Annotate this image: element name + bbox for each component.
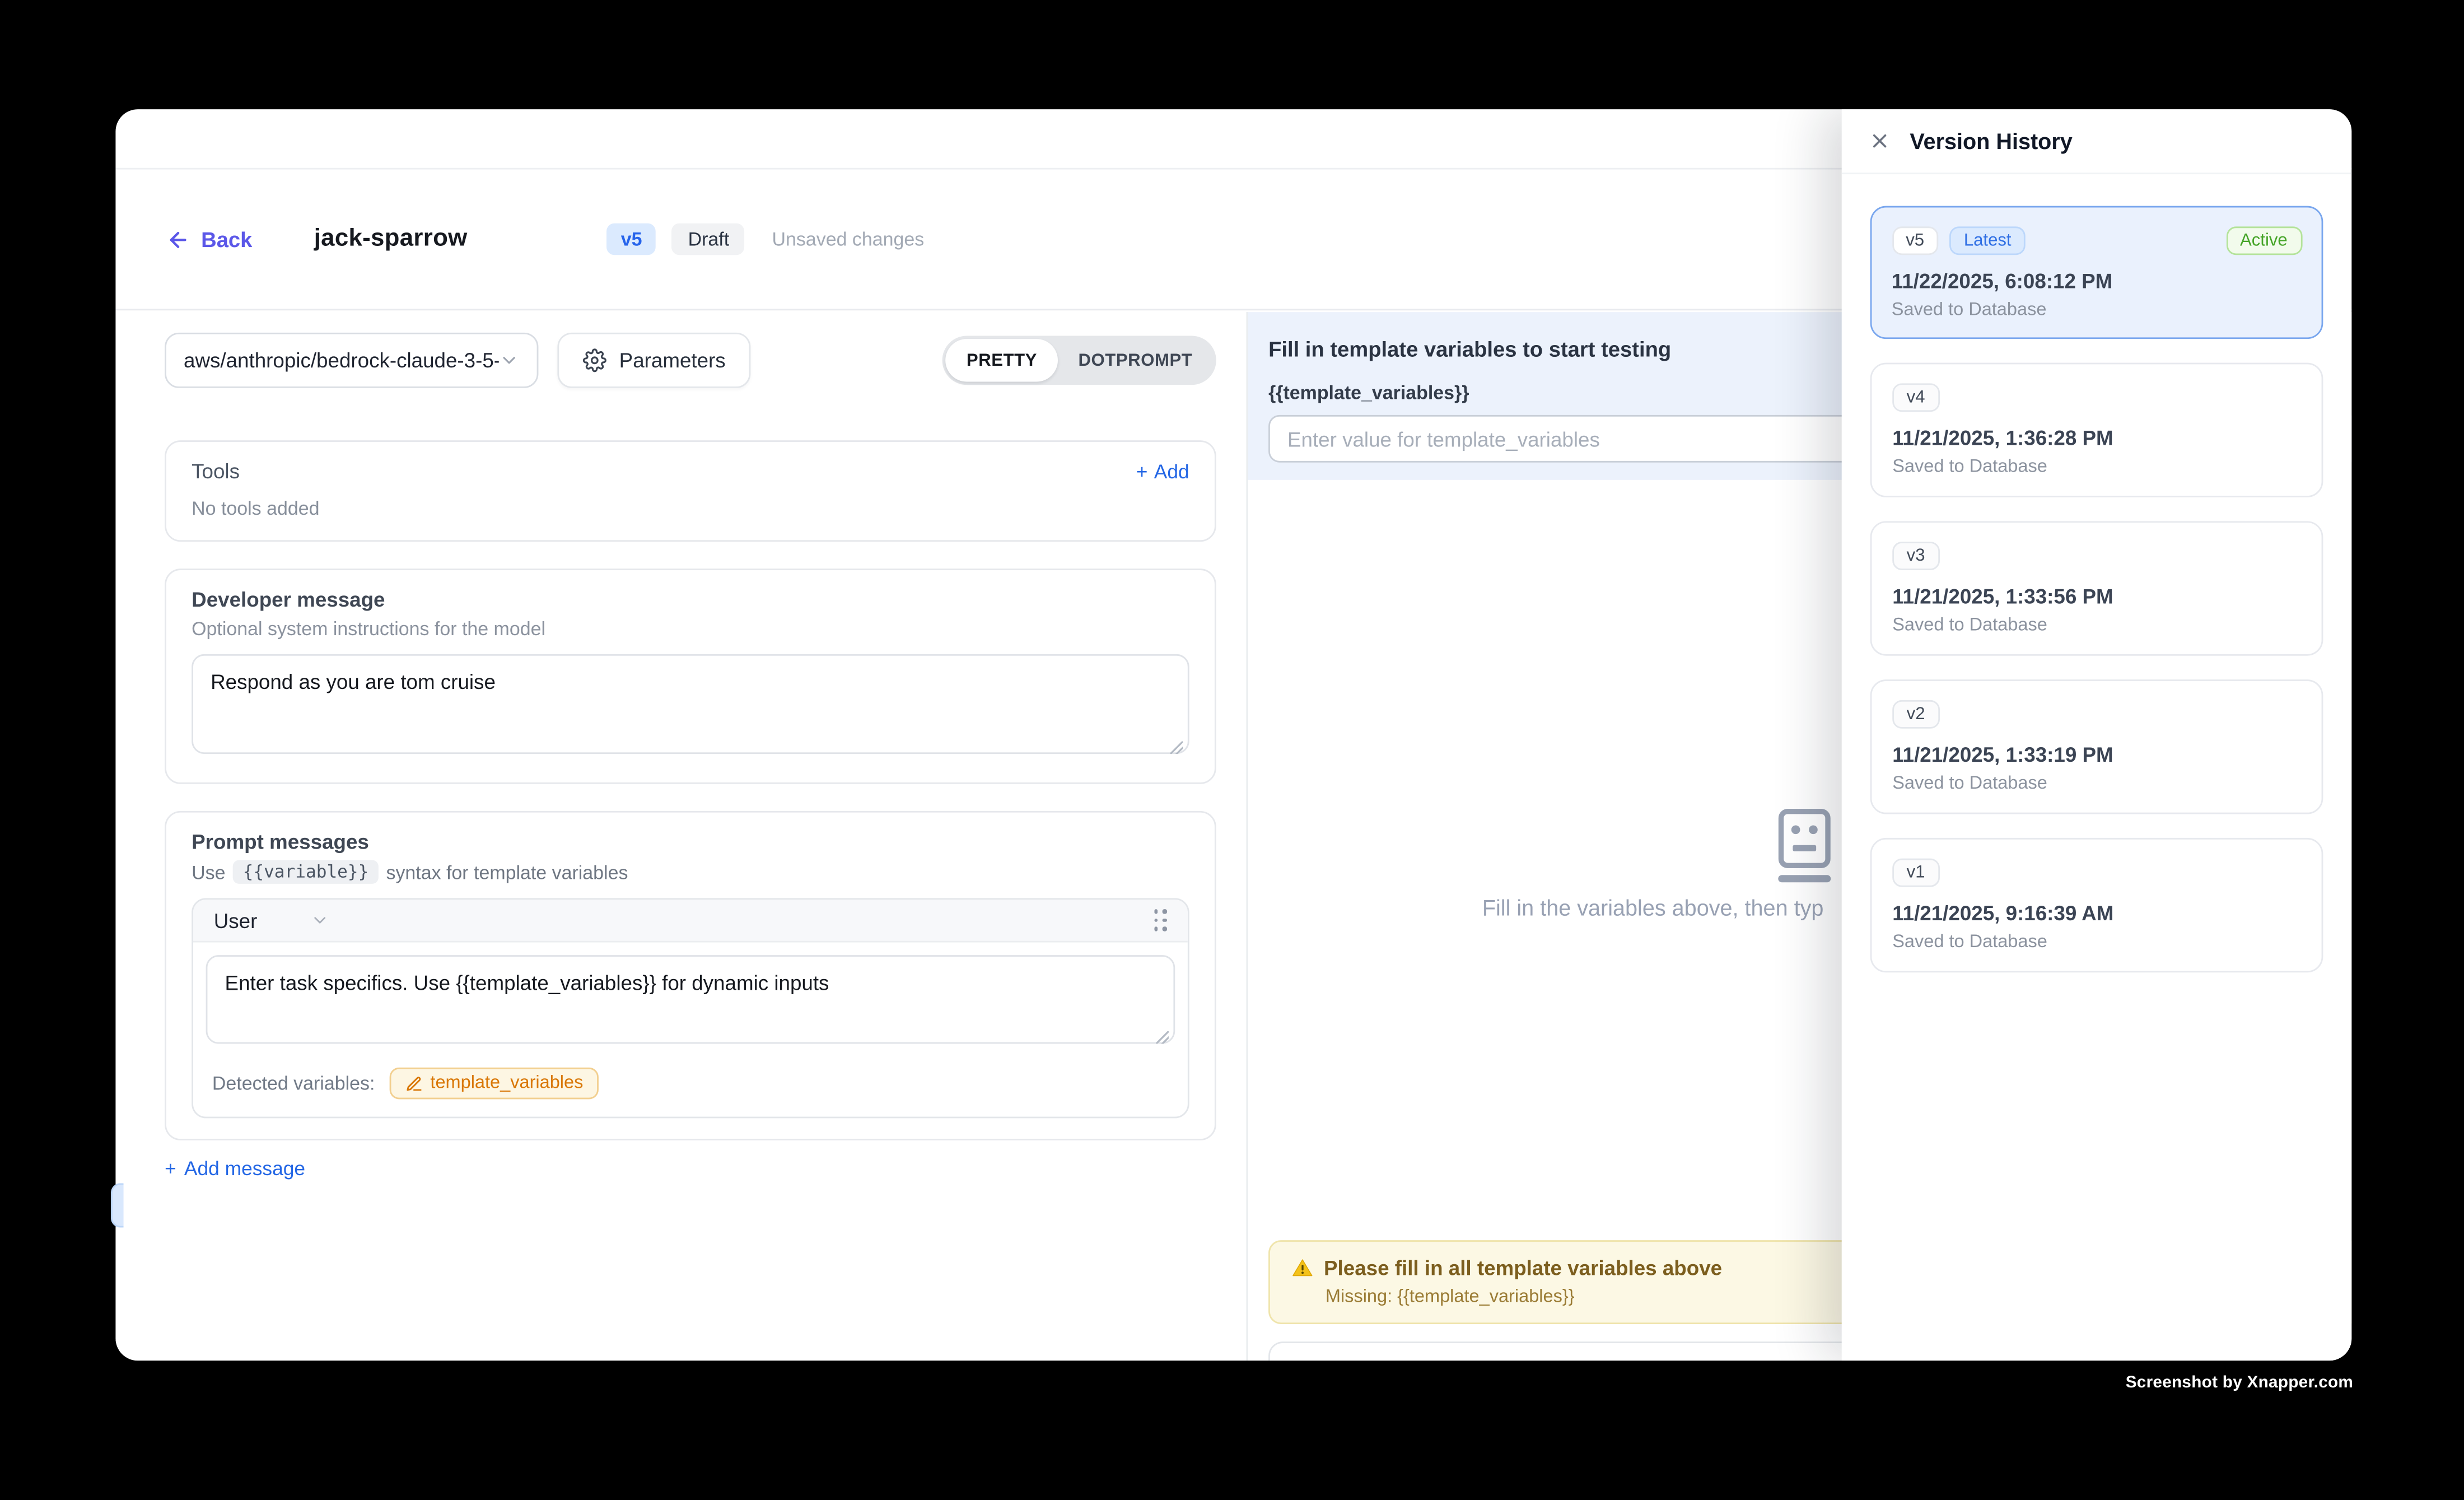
tools-title: Tools: [192, 459, 240, 483]
hint-prefix: Use: [192, 861, 225, 883]
developer-message-title: Developer message: [192, 588, 1189, 611]
left-edge-tab[interactable]: [111, 1183, 124, 1227]
version-number-badge: v4: [1892, 383, 1939, 412]
tools-header: Tools + Add: [192, 459, 1189, 483]
version-number-badge: v3: [1892, 542, 1939, 570]
plus-icon: +: [165, 1158, 176, 1180]
version-saved-text: Saved to Database: [1892, 616, 2301, 635]
developer-message-input[interactable]: Respond as you are tom cruise: [192, 654, 1189, 754]
version-history-header: Version History: [1842, 109, 2352, 174]
header-badges: v5 Draft Unsaved changes: [606, 223, 924, 255]
plus-icon: +: [1136, 460, 1148, 482]
unsaved-changes-status: Unsaved changes: [772, 228, 925, 250]
hint-suffix: syntax for template variables: [386, 861, 628, 883]
tools-empty-text: No tools added: [192, 497, 1189, 520]
version-badge: v5: [606, 223, 656, 255]
parameters-button[interactable]: Parameters: [557, 333, 751, 388]
version-timestamp: 11/21/2025, 9:16:39 AM: [1892, 901, 2301, 925]
version-saved-text: Saved to Database: [1892, 933, 2301, 952]
add-tool-button[interactable]: + Add: [1136, 460, 1189, 482]
prompt-editor-pane: aws/anthropic/bedrock-claude-3-5-s... Pa…: [115, 312, 1246, 1361]
close-icon[interactable]: [1869, 130, 1891, 152]
prompt-messages-hint: Use {{variable}} syntax for template var…: [192, 860, 1189, 883]
page-title: jack-sparrow: [314, 225, 468, 254]
format-toggle: PRETTY DOTPROMPT: [942, 336, 1216, 385]
version-card-v1[interactable]: v1 11/21/2025, 9:16:39 AM Saved to Datab…: [1870, 838, 2323, 972]
version-badges-row: v5 Latest Active: [1892, 226, 2302, 254]
message-header: User: [193, 900, 1188, 942]
version-badges-row: v1: [1892, 859, 2301, 887]
tools-card: Tools + Add No tools added: [165, 440, 1216, 542]
parameters-label: Parameters: [619, 348, 726, 372]
warning-title: Please fill in all template variables ab…: [1324, 1256, 1722, 1279]
version-card-v5[interactable]: v5 Latest Active 11/22/2025, 6:08:12 PM …: [1870, 206, 2323, 339]
template-variable-chip[interactable]: template_variables: [389, 1068, 599, 1100]
version-number-badge: v1: [1892, 859, 1939, 887]
message-input[interactable]: Enter task specifics. Use {{template_var…: [206, 955, 1175, 1044]
model-selector-value: aws/anthropic/bedrock-claude-3-5-s...: [184, 348, 499, 372]
version-timestamp: 11/21/2025, 1:36:28 PM: [1892, 426, 2301, 450]
pencil-icon: [405, 1075, 422, 1092]
toggle-dotprompt[interactable]: DOTPROMPT: [1058, 339, 1213, 381]
model-selector[interactable]: aws/anthropic/bedrock-claude-3-5-s...: [165, 333, 538, 388]
draft-badge: Draft: [672, 223, 745, 255]
screenshot-stage: Back jack-sparrow v5 Draft Unsaved chang…: [0, 0, 2464, 1500]
variable-syntax-chip: {{variable}}: [234, 860, 379, 883]
detected-variables-label: Detected variables:: [212, 1072, 375, 1094]
version-number-badge: v5: [1892, 226, 1939, 254]
version-saved-text: Saved to Database: [1892, 775, 2301, 794]
version-timestamp: 11/21/2025, 1:33:56 PM: [1892, 584, 2301, 608]
watermark-text: Screenshot by Xnapper.com: [2126, 1373, 2353, 1392]
active-badge: Active: [2226, 226, 2302, 254]
version-saved-text: Saved to Database: [1892, 458, 2301, 477]
robot-face-icon: [1775, 808, 1834, 892]
back-label: Back: [201, 227, 252, 251]
version-history-title: Version History: [1910, 128, 2072, 153]
toggle-pretty[interactable]: PRETTY: [946, 339, 1058, 381]
detected-variables-row: Detected variables: template_variables: [193, 1064, 1188, 1116]
version-card-v4[interactable]: v4 11/21/2025, 1:36:28 PM Saved to Datab…: [1870, 363, 2323, 497]
developer-message-subtitle: Optional system instructions for the mod…: [192, 618, 1189, 640]
editor-toolbar: aws/anthropic/bedrock-claude-3-5-s... Pa…: [165, 333, 1216, 388]
version-timestamp: 11/21/2025, 1:33:19 PM: [1892, 743, 2301, 766]
resize-handle-icon[interactable]: [1170, 741, 1183, 754]
prompt-messages-card: Prompt messages Use {{variable}} syntax …: [165, 811, 1216, 1140]
version-saved-text: Saved to Database: [1892, 300, 2302, 319]
version-card-v2[interactable]: v2 11/21/2025, 1:33:19 PM Saved to Datab…: [1870, 679, 2323, 814]
version-history-panel: Version History v5 Latest Active 11/22/2…: [1842, 109, 2352, 1361]
add-message-label: Add message: [184, 1158, 305, 1180]
message-body: Enter task specifics. Use {{template_var…: [193, 943, 1188, 1065]
chevron-down-icon: [311, 911, 330, 930]
arrow-left-icon: [166, 227, 190, 251]
version-number-badge: v2: [1892, 700, 1939, 729]
version-badges-row: v4: [1892, 383, 2301, 412]
app-window: Back jack-sparrow v5 Draft Unsaved chang…: [115, 109, 2351, 1361]
message-block: User Enter task specifics. Use {{templat…: [192, 898, 1189, 1118]
version-card-v3[interactable]: v3 11/21/2025, 1:33:56 PM Saved to Datab…: [1870, 521, 2323, 655]
version-timestamp: 11/22/2025, 6:08:12 PM: [1892, 268, 2302, 292]
template-variable-name: template_variables: [430, 1074, 583, 1093]
add-tool-label: Add: [1154, 460, 1189, 482]
resize-handle-icon[interactable]: [1156, 1031, 1169, 1044]
empty-state-text: Fill in the variables above, then typ: [1482, 895, 1824, 920]
add-message-button[interactable]: + Add message: [165, 1158, 1246, 1180]
drag-handle-icon[interactable]: [1154, 909, 1167, 931]
version-list: v5 Latest Active 11/22/2025, 6:08:12 PM …: [1842, 174, 2352, 1004]
back-button[interactable]: Back: [166, 227, 252, 251]
latest-badge: Latest: [1949, 226, 2026, 254]
warning-triangle-icon: [1292, 1257, 1313, 1278]
chevron-down-icon: [499, 350, 520, 371]
gear-icon: [583, 348, 606, 372]
developer-message-card: Developer message Optional system instru…: [165, 569, 1216, 784]
version-badges-row: v3: [1892, 542, 2301, 570]
role-value: User: [214, 909, 258, 932]
role-selector[interactable]: User: [214, 909, 330, 932]
prompt-messages-title: Prompt messages: [192, 830, 1189, 854]
version-badges-row: v2: [1892, 700, 2301, 729]
